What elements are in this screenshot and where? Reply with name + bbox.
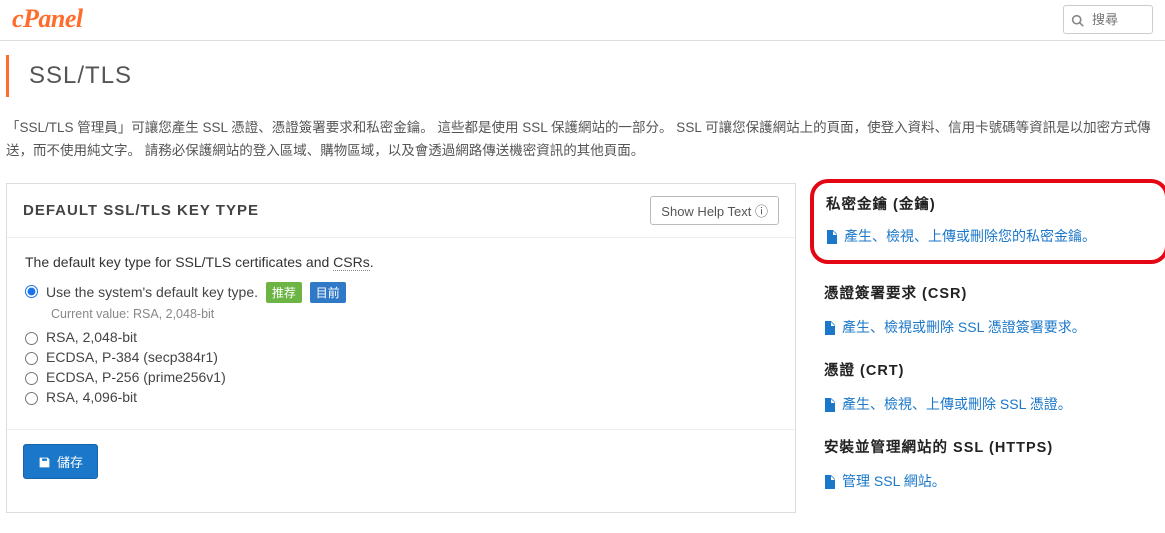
- option-label: ECDSA, P-256 (prime256v1): [46, 369, 226, 385]
- recommended-tag: 推荐: [266, 282, 302, 303]
- option-ecdsa-p384[interactable]: ECDSA, P-384 (secp384r1): [25, 349, 777, 365]
- panel-header: DEFAULT SSL/TLS KEY TYPE Show Help Text …: [7, 184, 795, 238]
- link-text: 產生、檢視、上傳或刪除您的私密金鑰。: [844, 226, 1096, 246]
- default-key-panel: DEFAULT SSL/TLS KEY TYPE Show Help Text …: [6, 183, 796, 513]
- csrs-abbr: CSRs: [333, 254, 370, 271]
- cpanel-logo: cPanel: [8, 4, 83, 34]
- crt-heading: 憑證 (CRT): [824, 359, 1159, 380]
- radio-rsa-2048[interactable]: [25, 332, 38, 345]
- option-rsa-2048[interactable]: RSA, 2,048-bit: [25, 329, 777, 345]
- panel-footer: 儲存: [7, 429, 795, 497]
- desc-part-b: .: [370, 254, 374, 270]
- private-keys-section: 私密金鑰 (金鑰) 產生、檢視、上傳或刪除您的私密金鑰。: [810, 179, 1165, 264]
- title-accent: [6, 55, 9, 97]
- option-default[interactable]: Use the system's default key type. 推荐 目前: [25, 282, 777, 303]
- csr-link[interactable]: 產生、檢視或刪除 SSL 憑證簽署要求。: [824, 317, 1159, 337]
- private-keys-link[interactable]: 產生、檢視、上傳或刪除您的私密金鑰。: [826, 226, 1149, 246]
- current-tag: 目前: [310, 282, 346, 303]
- option-rsa-4096[interactable]: RSA, 4,096-bit: [25, 389, 777, 405]
- install-ssl-heading: 安裝並管理網站的 SSL (HTTPS): [824, 436, 1159, 457]
- panel-title: DEFAULT SSL/TLS KEY TYPE: [23, 202, 259, 219]
- panel-description: The default key type for SSL/TLS certifi…: [25, 254, 777, 270]
- option-label: Use the system's default key type. 推荐 目前: [46, 282, 346, 303]
- radio-default[interactable]: [25, 285, 38, 298]
- option-label: RSA, 2,048-bit: [46, 329, 137, 345]
- opt-text: Use the system's default key type.: [46, 284, 258, 300]
- radio-ecdsa-p256[interactable]: [25, 372, 38, 385]
- option-label: RSA, 4,096-bit: [46, 389, 137, 405]
- option-ecdsa-p256[interactable]: ECDSA, P-256 (prime256v1): [25, 369, 777, 385]
- key-type-options-rest: RSA, 2,048-bit ECDSA, P-384 (secp384r1) …: [25, 329, 777, 405]
- panel-body: The default key type for SSL/TLS certifi…: [7, 238, 795, 429]
- radio-ecdsa-p384[interactable]: [25, 352, 38, 365]
- link-text: 產生、檢視或刪除 SSL 憑證簽署要求。: [842, 317, 1086, 337]
- search-box: [1063, 5, 1153, 34]
- desc-part-a: The default key type for SSL/TLS certifi…: [25, 254, 333, 270]
- key-type-options: Use the system's default key type. 推荐 目前: [25, 282, 777, 303]
- header: cPanel: [0, 0, 1165, 41]
- file-icon: [826, 228, 838, 244]
- save-button[interactable]: 儲存: [23, 444, 98, 479]
- file-icon: [824, 473, 836, 489]
- search-icon: [1071, 11, 1084, 27]
- manage-ssl-link[interactable]: 管理 SSL 網站。: [824, 471, 1159, 491]
- page-title: SSL/TLS: [29, 62, 132, 90]
- save-icon: [38, 454, 51, 469]
- crt-link[interactable]: 產生、檢視、上傳或刪除 SSL 憑證。: [824, 394, 1159, 414]
- intro-text: 「SSL/TLS 管理員」可讓您產生 SSL 憑證、憑證簽署要求和私密金鑰。 這…: [0, 111, 1165, 175]
- link-text: 產生、檢視、上傳或刪除 SSL 憑證。: [842, 394, 1072, 414]
- radio-rsa-4096[interactable]: [25, 392, 38, 405]
- sidebar: 私密金鑰 (金鑰) 產生、檢視、上傳或刪除您的私密金鑰。 憑證簽署要求 (CSR…: [824, 183, 1159, 513]
- show-help-button[interactable]: Show Help Text ⓘ: [650, 196, 779, 225]
- option-label: ECDSA, P-384 (secp384r1): [46, 349, 218, 365]
- columns: DEFAULT SSL/TLS KEY TYPE Show Help Text …: [0, 175, 1165, 513]
- link-text: 管理 SSL 網站。: [842, 471, 946, 491]
- current-value-text: Current value: RSA, 2,048-bit: [51, 307, 777, 321]
- private-keys-heading: 私密金鑰 (金鑰): [826, 193, 1149, 214]
- file-icon: [824, 319, 836, 335]
- file-icon: [824, 396, 836, 412]
- title-bar: SSL/TLS: [0, 41, 1165, 111]
- save-label: 儲存: [57, 452, 83, 471]
- csr-heading: 憑證簽署要求 (CSR): [824, 282, 1159, 303]
